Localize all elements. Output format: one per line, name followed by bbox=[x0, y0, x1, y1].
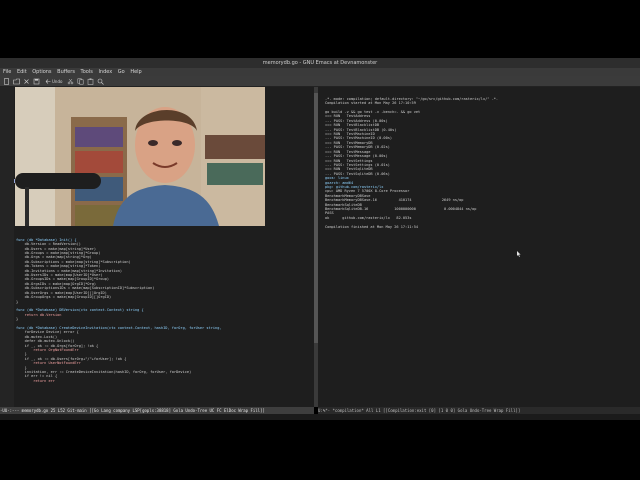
code-line: return err bbox=[16, 378, 55, 383]
compilation-pane[interactable]: -*- mode: compilation; default-directory… bbox=[318, 87, 640, 407]
line-gutter bbox=[0, 87, 14, 407]
toolbar: Undo bbox=[0, 76, 640, 87]
paste-icon[interactable] bbox=[87, 78, 94, 85]
menu-index[interactable]: Index bbox=[98, 69, 112, 75]
echo-area[interactable] bbox=[0, 414, 640, 420]
undo-button[interactable]: Undo bbox=[43, 78, 64, 85]
menu-options[interactable]: Options bbox=[32, 69, 51, 75]
menu-help[interactable]: Help bbox=[130, 69, 141, 75]
mouse-pointer-icon bbox=[517, 251, 521, 257]
menu-tools[interactable]: Tools bbox=[81, 69, 93, 75]
compilation-output[interactable]: -*- mode: compilation; default-directory… bbox=[325, 88, 498, 238]
new-file-icon[interactable] bbox=[3, 77, 10, 85]
copy-icon[interactable] bbox=[77, 78, 84, 85]
menu-go[interactable]: Go bbox=[118, 69, 125, 75]
menu-edit[interactable]: Edit bbox=[17, 69, 27, 75]
modeline-right[interactable]: U:%*- *compilation* All L1 [[Compilation… bbox=[318, 407, 640, 414]
output-line: BenchmarkSqliteDB-16 1000000000 0.000484… bbox=[325, 206, 477, 211]
modeline-left[interactable]: -UU-:--- memorydb.go 25 L52 Git-main [[G… bbox=[0, 407, 314, 414]
window-title: memorydb.go - GNU Emacs at Devnamonster bbox=[0, 58, 640, 68]
menu-file[interactable]: File bbox=[3, 69, 11, 75]
menubar: File Edit Options Buffers Tools Index Go… bbox=[0, 68, 640, 76]
undo-label: Undo bbox=[52, 78, 63, 84]
search-icon[interactable] bbox=[97, 78, 105, 85]
output-line: Compilation finished at Mon May 26 17:11… bbox=[325, 224, 419, 229]
menu-buffers[interactable]: Buffers bbox=[57, 69, 75, 75]
save-icon[interactable] bbox=[33, 78, 40, 85]
webcam-overlay bbox=[15, 87, 265, 226]
cut-icon[interactable] bbox=[67, 78, 74, 85]
source-code[interactable]: func (db *Database) Init() { db.Version … bbox=[16, 229, 222, 392]
undo-icon bbox=[45, 78, 51, 84]
close-icon[interactable] bbox=[23, 78, 30, 85]
open-folder-icon[interactable] bbox=[13, 78, 20, 85]
